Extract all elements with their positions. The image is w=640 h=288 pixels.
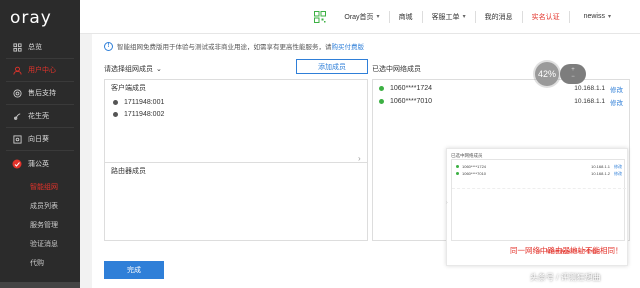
chevron-down-icon: ⌄ — [156, 66, 162, 73]
add-member-button[interactable]: 添加成员 — [296, 59, 368, 74]
sidebar-item-label: 售后支持 — [28, 90, 56, 97]
inset-edit: 修改 — [614, 163, 622, 169]
nav-verify[interactable]: 实名认证 — [523, 0, 569, 34]
nav-service-label: 客服工单 — [431, 13, 460, 21]
brand-logo[interactable]: oray — [0, 0, 80, 36]
status-dot — [113, 99, 118, 105]
chevron-down-icon: ▾ — [607, 14, 611, 20]
nav-mall[interactable]: 商城 — [390, 0, 422, 34]
member-select-label: 请选择组网成员 — [104, 66, 153, 73]
zoom-out-icon[interactable]: − — [571, 74, 575, 81]
sidebar-item-label: 向日葵 — [28, 136, 49, 143]
online-dot — [379, 86, 384, 91]
sidebar-subitem-smart-network[interactable]: 智能组网 — [0, 177, 80, 196]
sidebar-item-overview[interactable]: 总览 — [0, 36, 80, 58]
member-name: 1711948:002 — [124, 110, 165, 118]
notice-banner: ! 智能组网免费版用于体验与测试或非商业用途，如需享有更高性能服务，请 购买付费版 — [104, 39, 364, 53]
chevron-down-icon: ▾ — [462, 14, 466, 20]
online-dot — [379, 99, 384, 104]
edit-link[interactable]: 修改 — [610, 84, 623, 94]
list-item[interactable]: 1711948:002 — [105, 108, 367, 120]
zoom-level-badge: 42% — [535, 62, 559, 86]
member-list-panel: 客户端成员 1711948:001 1711948:002 路由器成员 — [104, 79, 368, 241]
nav-service[interactable]: 客服工单 ▾ — [423, 0, 475, 34]
grid-icon — [12, 42, 22, 52]
list-item[interactable]: 1060****1724 10.168.1.1 修改 — [373, 82, 629, 95]
router-group-label: 路由器成员 — [111, 168, 146, 175]
list-item[interactable]: 1711948:001 — [105, 96, 367, 108]
sidebar-item-label: 蒲公英 — [28, 161, 49, 168]
nav-home[interactable]: Oray首页 ▾ — [335, 0, 388, 34]
top-header: Oray首页 ▾ 商城 客服工单 ▾ 我的消息 实名认证 newiss ▾ — [80, 0, 640, 34]
inset-row: 1060****7010 10.168.1.2 修改 — [452, 170, 624, 177]
member-ip: 10.168.1.1 — [574, 85, 605, 92]
inset-member-ip: 10.168.1.2 — [591, 171, 610, 176]
sidebar-item-label: 用户中心 — [28, 67, 56, 74]
support-icon — [12, 88, 22, 98]
member-name: 1060****7010 — [390, 98, 433, 105]
sidebar-item-label: 总览 — [28, 44, 42, 51]
sidebar-item-label: 花生壳 — [28, 113, 49, 120]
status-dot — [113, 111, 118, 117]
nav-messages[interactable]: 我的消息 — [476, 0, 522, 34]
sidebar-item-dandelion[interactable]: 蒲公英 — [0, 151, 80, 177]
sidebar-item-sunflower[interactable]: 向日葵 — [0, 128, 80, 150]
member-name: 1711948:001 — [124, 98, 165, 106]
sidebar-subitem-service[interactable]: 服务管理 — [0, 215, 80, 234]
user-menu[interactable]: newiss ▾ — [570, 0, 620, 34]
zoom-control[interactable]: + − — [560, 64, 586, 84]
inset-member-name: 1060****1724 — [462, 164, 487, 169]
chevron-right-icon[interactable]: › — [358, 154, 361, 163]
member-ip: 10.168.1.1 — [574, 98, 605, 105]
qr-icon[interactable] — [305, 0, 335, 34]
buy-paid-link[interactable]: 购买付费版 — [332, 41, 365, 51]
sidebar-item-peanut[interactable]: 花生壳 — [0, 105, 80, 127]
edit-link[interactable]: 修改 — [610, 97, 623, 107]
sidebar-subitem-verify[interactable]: 验证消息 — [0, 234, 80, 253]
online-dot — [456, 165, 459, 168]
user-icon — [12, 65, 22, 75]
main-content: ! 智能组网免费版用于体验与测试或非商业用途，如需享有更高性能服务，请 购买付费版… — [92, 34, 640, 288]
username: newiss — [583, 13, 605, 20]
chevron-right-icon: › — [446, 200, 448, 206]
inset-member-name: 1060****7010 — [462, 171, 487, 176]
member-name: 1060****1724 — [390, 85, 433, 92]
peanut-icon — [12, 111, 22, 121]
done-button[interactable]: 完成 — [104, 261, 164, 279]
chevron-down-icon: ▾ — [376, 14, 380, 20]
info-icon: ! — [104, 41, 113, 51]
member-select-title[interactable]: 请选择组网成员 ⌄ — [104, 64, 162, 74]
notice-text: 智能组网免费版用于体验与测试或非商业用途，如需享有更高性能服务，请 — [117, 44, 332, 51]
inset-panel: 1060****1724 10.168.1.1 修改 1060****7010 … — [446, 159, 626, 241]
sunflower-icon — [12, 134, 22, 144]
sidebar-scrollbar[interactable] — [0, 282, 80, 288]
watermark: 头条号 / 评测狂想曲 — [530, 273, 601, 282]
sidebar: oray 总览 用户中心 售后支持 花生壳 向日葵 蒲公英 智能组网 成员列表 … — [0, 0, 80, 288]
online-dot — [456, 172, 459, 175]
nav-home-label: Oray首页 — [344, 13, 374, 21]
client-group-label: 客户端成员 — [111, 85, 146, 92]
inset-row: 1060****1724 10.168.1.1 修改 — [452, 163, 624, 170]
inset-edit: 修改 — [614, 170, 622, 176]
sidebar-subitem-purchase[interactable]: 代购 — [0, 253, 80, 272]
inset-member-ip: 10.168.1.1 — [591, 164, 610, 169]
list-item[interactable]: 1060****7010 10.168.1.1 修改 — [373, 95, 629, 108]
warning-text: 同一网络中路由器地址不能相同！ — [510, 246, 623, 255]
zoom-in-icon[interactable]: + — [571, 67, 575, 74]
selected-members-title: 已选中网络成员 — [372, 66, 421, 73]
sidebar-item-support[interactable]: 售后支持 — [0, 82, 80, 104]
sidebar-item-user-center[interactable]: 用户中心 — [0, 59, 80, 81]
sidebar-subitem-members[interactable]: 成员列表 — [0, 196, 80, 215]
dandelion-icon — [12, 159, 22, 169]
